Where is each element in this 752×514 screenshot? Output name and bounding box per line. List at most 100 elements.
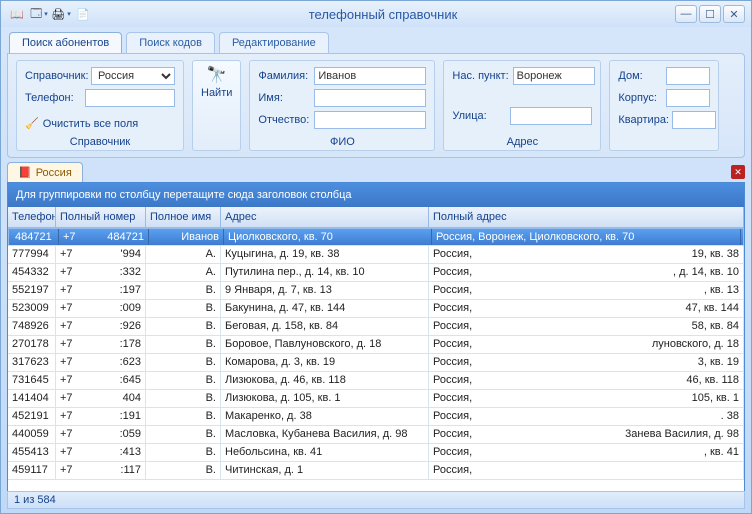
label-house: Дом: (618, 70, 662, 82)
cell: +7:413 (56, 444, 146, 461)
col-full-name[interactable]: Полное имя (146, 207, 221, 227)
cell: Россия,46, кв. 118 (429, 372, 744, 389)
cell: 777994 (8, 246, 56, 263)
table-row[interactable]: 777994+7'994А.Куцыгина, д. 19, кв. 38Рос… (8, 246, 744, 264)
table-row[interactable]: 454332+7:332А.Путилина пер., д. 14, кв. … (8, 264, 744, 282)
label-patronymic: Отчество: (258, 114, 310, 126)
table-row[interactable]: 452191+7:191В.Макаренко, д. 38Россия,. 3… (8, 408, 744, 426)
find-button[interactable]: 🔭 Найти (192, 60, 241, 151)
cell: В. (146, 336, 221, 353)
table-row[interactable]: 455413+7:413В.Небольсина, кв. 41Россия,,… (8, 444, 744, 462)
cell: Читинская, д. 1 (221, 462, 429, 479)
cell: 440059 (8, 426, 56, 443)
cell: Россия,. 38 (429, 408, 744, 425)
cell: Боровое, Павлуновского, д. 18 (221, 336, 429, 353)
status-text: 1 из 584 (14, 494, 56, 506)
surname-input[interactable] (314, 67, 426, 85)
copy-icon[interactable]: 📄 (73, 4, 93, 24)
cell: Россия,, кв. 41 (429, 444, 744, 461)
cell: 748926 (8, 318, 56, 335)
table-row[interactable]: 523009+7:009В.Бакунина, д. 47, кв. 144Ро… (8, 300, 744, 318)
group-address: Нас. пункт: Улица: Адрес (443, 60, 601, 151)
table-row[interactable]: 731645+7:645В.Лизюкова, д. 46, кв. 118Ро… (8, 372, 744, 390)
table-row[interactable]: 484721+7484721ИвановЦиолковского, кв. 70… (8, 228, 744, 246)
caption-address: Адрес (444, 136, 600, 148)
cell: +7404 (56, 390, 146, 407)
cell: В. (146, 282, 221, 299)
col-full-number[interactable]: Полный номер (56, 207, 146, 227)
label-korpus: Корпус: (618, 92, 662, 104)
cell: 455413 (8, 444, 56, 461)
col-full-address[interactable]: Полный адрес (429, 207, 744, 227)
tab-search-subscribers[interactable]: Поиск абонентов (9, 32, 122, 53)
cell: В. (146, 390, 221, 407)
label-name: Имя: (258, 92, 310, 104)
col-address[interactable]: Адрес (221, 207, 429, 227)
table-row[interactable]: 748926+7:926В.Беговая, д. 158, кв. 84Рос… (8, 318, 744, 336)
group-by-hint[interactable]: Для группировки по столбцу перетащите сю… (8, 183, 744, 207)
cell: В. (146, 444, 221, 461)
street-input[interactable] (510, 107, 592, 125)
cell: +7:645 (56, 372, 146, 389)
table-row[interactable]: 141404+7404В.Лизюкова, д. 105, кв. 1Росс… (8, 390, 744, 408)
cell: Циолковского, кв. 70 (224, 229, 432, 245)
caption-directory: Справочник (17, 136, 183, 148)
cell: Иванов (149, 229, 224, 245)
print-icon[interactable]: 🖨▾ (51, 4, 71, 24)
close-tab-button[interactable]: ✕ (731, 165, 745, 179)
status-bar: 1 из 584 (7, 491, 745, 509)
korpus-input[interactable] (666, 89, 710, 107)
tab-search-codes[interactable]: Поиск кодов (126, 32, 215, 53)
caption-fio: ФИО (250, 136, 434, 148)
label-surname: Фамилия: (258, 70, 310, 82)
group-directory: Справочник: Россия Телефон: 🧹 Очистить в… (16, 60, 184, 151)
grid-body[interactable]: 484721+7484721ИвановЦиолковского, кв. 70… (8, 228, 744, 497)
clear-all-link[interactable]: Очистить все поля (43, 118, 139, 130)
cell: +7:009 (56, 300, 146, 317)
cell: В. (146, 462, 221, 479)
close-button[interactable]: ✕ (723, 5, 745, 23)
cell: Россия,, кв. 13 (429, 282, 744, 299)
name-input[interactable] (314, 89, 426, 107)
flag-icon: 📕 (18, 166, 32, 179)
cell: 459117 (8, 462, 56, 479)
cell: Россия,47, кв. 144 (429, 300, 744, 317)
cell: 141404 (8, 390, 56, 407)
eraser-icon: 🧹 (25, 117, 39, 130)
table-row[interactable]: 552197+7:197В.9 Января, д. 7, кв. 13Росс… (8, 282, 744, 300)
cell: Масловка, Кубанева Василия, д. 98 (221, 426, 429, 443)
patronymic-input[interactable] (314, 111, 426, 129)
directory-select[interactable]: Россия (91, 67, 175, 85)
minimize-button[interactable]: — (675, 5, 697, 23)
cell: 9 Января, д. 7, кв. 13 (221, 282, 429, 299)
place-input[interactable] (513, 67, 595, 85)
table-row[interactable]: 270178+7:178В.Боровое, Павлуновского, д.… (8, 336, 744, 354)
cell: Макаренко, д. 38 (221, 408, 429, 425)
book-icon[interactable]: 📖 (7, 4, 27, 24)
cell: Россия,19, кв. 38 (429, 246, 744, 263)
find-label: Найти (201, 87, 232, 99)
table-row[interactable]: 317623+7:623В.Комарова, д. 3, кв. 19Росс… (8, 354, 744, 372)
cell: 523009 (8, 300, 56, 317)
house-input[interactable] (666, 67, 710, 85)
tab-edit[interactable]: Редактирование (219, 32, 329, 53)
cell: В. (146, 354, 221, 371)
group-fio: Фамилия: Имя: Отчество: ФИО (249, 60, 435, 151)
table-row[interactable]: 459117+7:117В.Читинская, д. 1Россия, (8, 462, 744, 480)
cell: Небольсина, кв. 41 (221, 444, 429, 461)
maximize-button[interactable]: ☐ (699, 5, 721, 23)
cell: А. (146, 264, 221, 281)
cell: Россия, Воронеж, Циолковского, кв. 70 (432, 229, 741, 245)
table-row[interactable]: 440059+7:059В.Масловка, Кубанева Василия… (8, 426, 744, 444)
col-phone[interactable]: Телефон (8, 207, 56, 227)
phone-input[interactable] (85, 89, 175, 107)
flat-input[interactable] (672, 111, 716, 129)
label-street: Улица: (452, 110, 506, 122)
view-icon[interactable]: 🗔▾ (29, 4, 49, 24)
titlebar: 📖 🗔▾ 🖨▾ 📄 телефонный справочник — ☐ ✕ (1, 1, 751, 27)
cell: 454332 (8, 264, 56, 281)
cell: 317623 (8, 354, 56, 371)
country-tab[interactable]: 📕 Россия (7, 162, 83, 182)
cell: В. (146, 372, 221, 389)
cell: В. (146, 426, 221, 443)
